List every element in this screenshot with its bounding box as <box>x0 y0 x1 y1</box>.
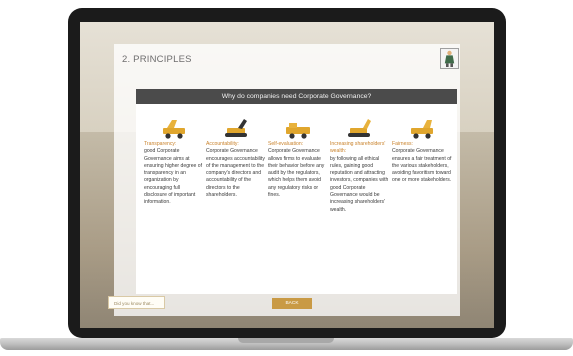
column-shareholders-wealth: Increasing shareholders' wealth: by follo… <box>330 117 390 214</box>
character-icon[interactable] <box>440 48 459 69</box>
dialog-heading: Why do companies need Corporate Governan… <box>136 89 457 104</box>
screen: 2. PRINCIPLES Why do companies need Corp… <box>80 22 494 328</box>
construction-machine-icon <box>163 120 185 139</box>
column-fairness: Fairness: Corporate Governance ensures a … <box>392 117 452 185</box>
column-heading: Fairness: <box>392 141 413 147</box>
reason-dialog: Why do companies need Corporate Governan… <box>136 89 457 294</box>
construction-machine-icon <box>286 123 310 139</box>
column-heading: Self-evaluation: <box>268 141 304 147</box>
construction-machine-icon <box>225 119 247 137</box>
column-heading: Transparency: <box>144 141 177 147</box>
construction-machine-icon <box>411 120 433 139</box>
construction-machine-icon <box>348 119 371 137</box>
column-body: Corporate Governance ensures a fair trea… <box>392 148 452 184</box>
did-you-know-button[interactable]: Did you know that... <box>108 296 165 309</box>
column-accountability: Accountability: Corporate Governance enco… <box>206 117 266 199</box>
column-body: Corporate Governance allows firms to eva… <box>268 148 325 199</box>
back-button[interactable]: BACK <box>272 298 312 309</box>
laptop-frame: 2. PRINCIPLES Why do companies need Corp… <box>0 0 573 356</box>
laptop-notch <box>238 338 334 343</box>
column-transparency: Transparency: good Corporate Governance a… <box>144 117 204 207</box>
column-body: Corporate Governance encourages accounta… <box>206 148 265 199</box>
column-heading: Accountability: <box>206 141 239 147</box>
page-title: 2. PRINCIPLES <box>122 54 192 65</box>
column-body: by following all ethical rules, gaining … <box>330 155 389 213</box>
column-body: good Corporate Governance aims at ensuri… <box>144 148 203 206</box>
content-panel: 2. PRINCIPLES Why do companies need Corp… <box>114 44 460 316</box>
column-heading: Increasing shareholders' wealth: <box>330 141 386 155</box>
column-self-evaluation: Self-evaluation: Corporate Governance all… <box>268 117 328 199</box>
